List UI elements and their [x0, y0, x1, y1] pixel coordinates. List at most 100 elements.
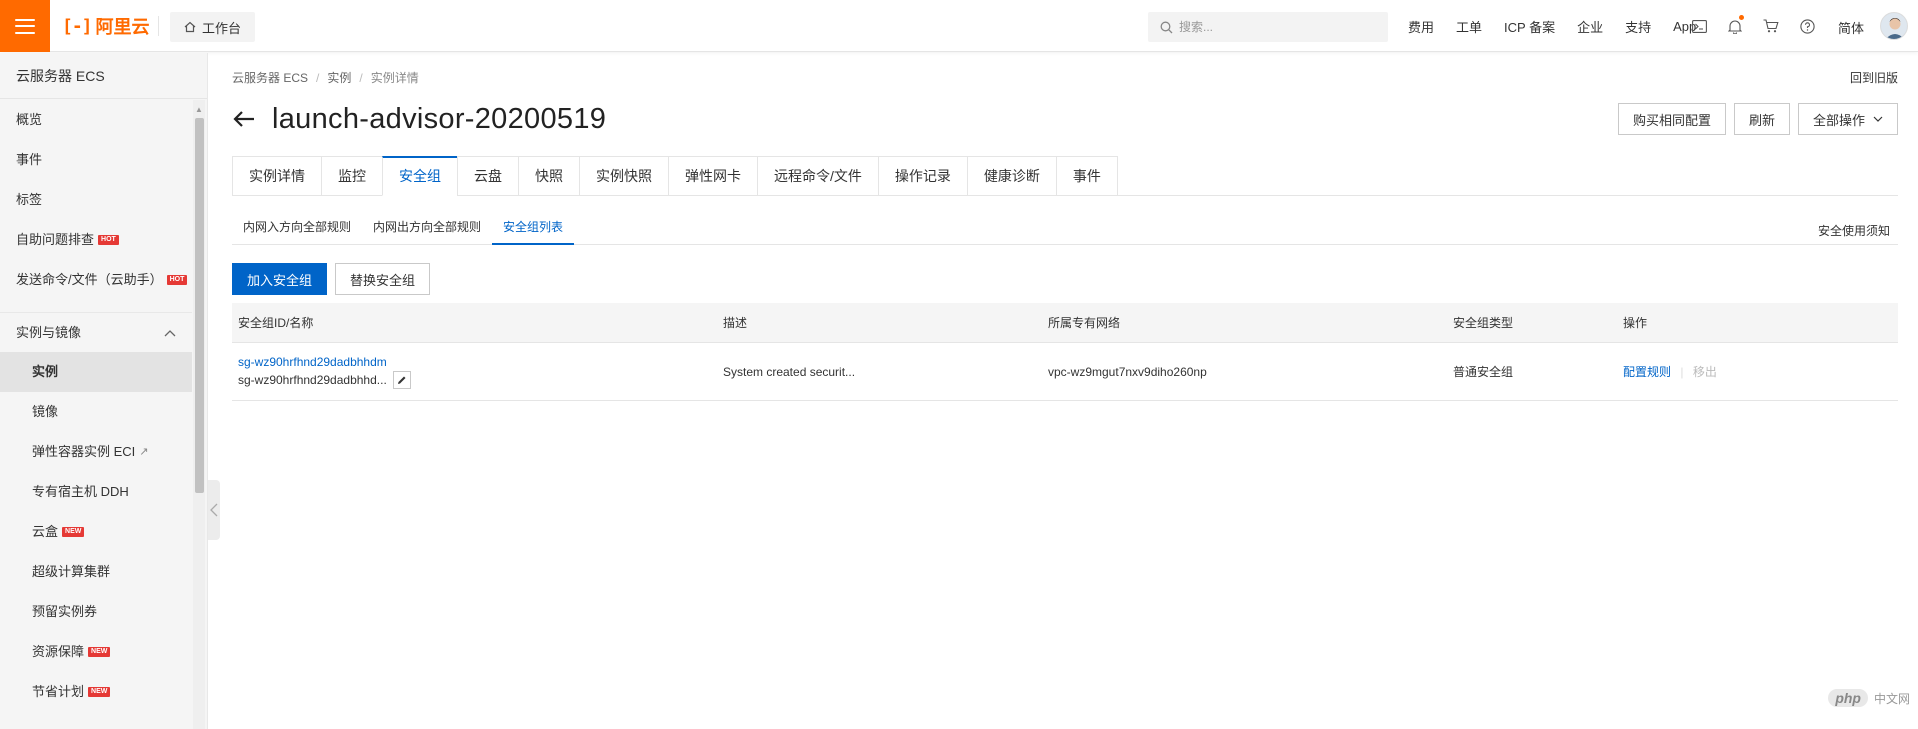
- top-links: 费用 工单 ICP 备案 企业 支持 App: [1408, 0, 1718, 52]
- subtab-inbound-rules[interactable]: 内网入方向全部规则: [232, 211, 362, 245]
- security-group-table: 安全组ID/名称 描述 所属专有网络 安全组类型 操作 sg-wz90hrfhn…: [232, 303, 1898, 401]
- tab-health-diagnosis[interactable]: 健康诊断: [966, 156, 1056, 196]
- action-separator: |: [1680, 365, 1684, 379]
- hamburger-menu-icon[interactable]: [0, 0, 50, 52]
- main-content: 云服务器 ECS / 实例 / 实例详情 回到旧版 launch-advisor…: [232, 53, 1898, 729]
- tab-snapshots[interactable]: 快照: [518, 156, 579, 196]
- divider: [158, 16, 159, 36]
- sidebar-item-images[interactable]: 镜像: [0, 392, 192, 432]
- tab-remote-commands[interactable]: 远程命令/文件: [757, 156, 878, 196]
- top-bar: [-] 阿里云 工作台 费用 工单 ICP 备案 企业 支持 App 简体: [0, 0, 1918, 52]
- tab-monitoring[interactable]: 监控: [321, 156, 382, 196]
- watermark: php 中文网: [1828, 689, 1910, 707]
- notification-dot: [1739, 15, 1744, 20]
- subtab-outbound-rules[interactable]: 内网出方向全部规则: [362, 211, 492, 245]
- tab-events[interactable]: 事件: [1055, 156, 1118, 196]
- tab-security-groups[interactable]: 安全组: [382, 156, 457, 196]
- join-security-group-button[interactable]: 加入安全组: [232, 263, 328, 295]
- watermark-text: 中文网: [1873, 691, 1910, 706]
- avatar[interactable]: [1880, 12, 1908, 40]
- breadcrumb-ecs[interactable]: 云服务器 ECS: [232, 69, 308, 86]
- home-icon: [184, 21, 196, 33]
- sidebar-item-self-diagnosis[interactable]: 自助问题排查 HOT: [0, 220, 192, 260]
- sidebar-list: 概览 事件 标签 自助问题排查 HOT 发送命令/文件（云助手） HOT 实例与镜像…: [0, 100, 192, 712]
- link-tickets[interactable]: 工单: [1456, 17, 1482, 36]
- sidebar-item-savings-plan[interactable]: 节省计划 NEW: [0, 672, 192, 712]
- breadcrumb-current: 实例详情: [370, 71, 419, 85]
- search-box[interactable]: [1148, 12, 1388, 42]
- page-title: launch-advisor-20200519: [272, 102, 607, 135]
- column-header-actions: 操作: [1623, 316, 1648, 330]
- language-switch[interactable]: 简体: [1838, 18, 1864, 37]
- top-icons: [1690, 0, 1834, 52]
- buy-same-config-button[interactable]: 购买相同配置: [1617, 103, 1726, 135]
- sidebar-item-events[interactable]: 事件: [0, 140, 192, 180]
- sidebar-item-eci[interactable]: 弹性容器实例 ECI ↗: [0, 432, 192, 472]
- configure-rules-link[interactable]: 配置规则: [1623, 365, 1671, 379]
- external-link-icon: ↗: [139, 446, 149, 458]
- link-icp[interactable]: ICP 备案: [1504, 17, 1555, 36]
- aliyun-logo[interactable]: [-] 阿里云: [62, 15, 150, 38]
- table-row: sg-wz90hrfhnd29dadbhhdm sg-wz90hrfhnd29d…: [232, 343, 1898, 401]
- tab-disks[interactable]: 云盘: [457, 156, 518, 196]
- refresh-button[interactable]: 刷新: [1733, 103, 1790, 135]
- sidebar-item-cloud-box[interactable]: 云盒 NEW: [0, 512, 192, 552]
- sidebar-item-label: 自助问题排查: [16, 232, 95, 247]
- link-billing[interactable]: 费用: [1408, 17, 1434, 36]
- column-header-description: 描述: [723, 316, 748, 330]
- sidebar-scrollbar-thumb[interactable]: [195, 118, 204, 493]
- edit-name-button[interactable]: [392, 370, 411, 389]
- sidebar-section-instances-images[interactable]: 实例与镜像: [0, 312, 192, 352]
- sidebar-item-reserved-instances[interactable]: 预留实例券: [0, 592, 192, 632]
- sidebar-item-label: 概览: [16, 112, 43, 127]
- sidebar-item-ddh[interactable]: 专有宿主机 DDH: [0, 472, 192, 512]
- chevron-down-icon: [1873, 116, 1883, 122]
- tab-instance-details[interactable]: 实例详情: [232, 156, 321, 196]
- bell-icon[interactable]: [1726, 15, 1744, 35]
- sidebar-item-resource-assurance[interactable]: 资源保障 NEW: [0, 632, 192, 672]
- breadcrumb-instances[interactable]: 实例: [327, 69, 351, 86]
- workbench-button[interactable]: 工作台: [170, 12, 256, 42]
- help-icon[interactable]: [1798, 17, 1816, 35]
- watermark-logo: php: [1828, 689, 1868, 707]
- sidebar-item-instances[interactable]: 实例: [0, 352, 192, 392]
- sidebar-collapse-handle[interactable]: [208, 480, 220, 540]
- title-row: launch-advisor-20200519: [232, 99, 606, 139]
- breadcrumb: 云服务器 ECS / 实例 / 实例详情: [232, 69, 419, 86]
- sidebar-item-label: 专有宿主机 DDH: [32, 484, 129, 499]
- subtab-security-group-list[interactable]: 安全组列表: [492, 211, 575, 245]
- back-to-old-version-link[interactable]: 回到旧版: [1850, 69, 1898, 86]
- search-icon: [1160, 21, 1173, 33]
- cell-vpc: vpc-wz9mgut7nxv9diho260np: [1048, 364, 1207, 379]
- column-header-id-name: 安全组ID/名称: [238, 316, 314, 330]
- table-header: 安全组ID/名称 描述 所属专有网络 安全组类型 操作: [232, 303, 1898, 343]
- security-group-name-wrap: sg-wz90hrfhnd29dadbhhd...: [238, 370, 717, 389]
- sidebar-item-label: 事件: [16, 152, 43, 167]
- cell-actions: 配置规则 | 移出: [1617, 363, 1898, 380]
- sidebar-item-cloud-assistant[interactable]: 发送命令/文件（云助手） HOT: [0, 260, 192, 300]
- tab-eni[interactable]: 弹性网卡: [668, 156, 757, 196]
- terminal-icon[interactable]: [1690, 17, 1708, 35]
- logo-text: 阿里云: [95, 17, 150, 37]
- link-enterprise[interactable]: 企业: [1577, 17, 1603, 36]
- sidebar-item-label: 发送命令/文件（云助手）: [16, 272, 163, 287]
- sidebar-item-tags[interactable]: 标签: [0, 180, 192, 220]
- breadcrumb-separator: /: [359, 70, 363, 85]
- sidebar-item-overview[interactable]: 概览: [0, 100, 192, 140]
- tab-operation-logs[interactable]: 操作记录: [877, 156, 967, 196]
- replace-security-group-button[interactable]: 替换安全组: [335, 263, 431, 295]
- tab-instance-snapshots[interactable]: 实例快照: [579, 156, 668, 196]
- cart-icon[interactable]: [1762, 17, 1780, 35]
- link-support[interactable]: 支持: [1625, 17, 1651, 36]
- remove-link: 移出: [1692, 365, 1717, 379]
- all-operations-dropdown[interactable]: 全部操作: [1797, 103, 1898, 135]
- instance-tabs: 实例详情 监控 安全组 云盘 快照 实例快照 弹性网卡 远程命令/文件 操作记录…: [232, 156, 1898, 196]
- security-notice-link[interactable]: 安全使用须知: [1818, 222, 1890, 239]
- sidebar-item-scc[interactable]: 超级计算集群: [0, 552, 192, 592]
- scroll-up-arrow-icon[interactable]: ▲: [195, 105, 203, 114]
- search-input[interactable]: [1179, 20, 1379, 34]
- security-group-id-link[interactable]: sg-wz90hrfhnd29dadbhhdm: [238, 355, 717, 369]
- back-arrow-icon[interactable]: [232, 107, 256, 131]
- logo-mark: [-]: [62, 15, 92, 37]
- chevron-left-icon: [210, 503, 218, 517]
